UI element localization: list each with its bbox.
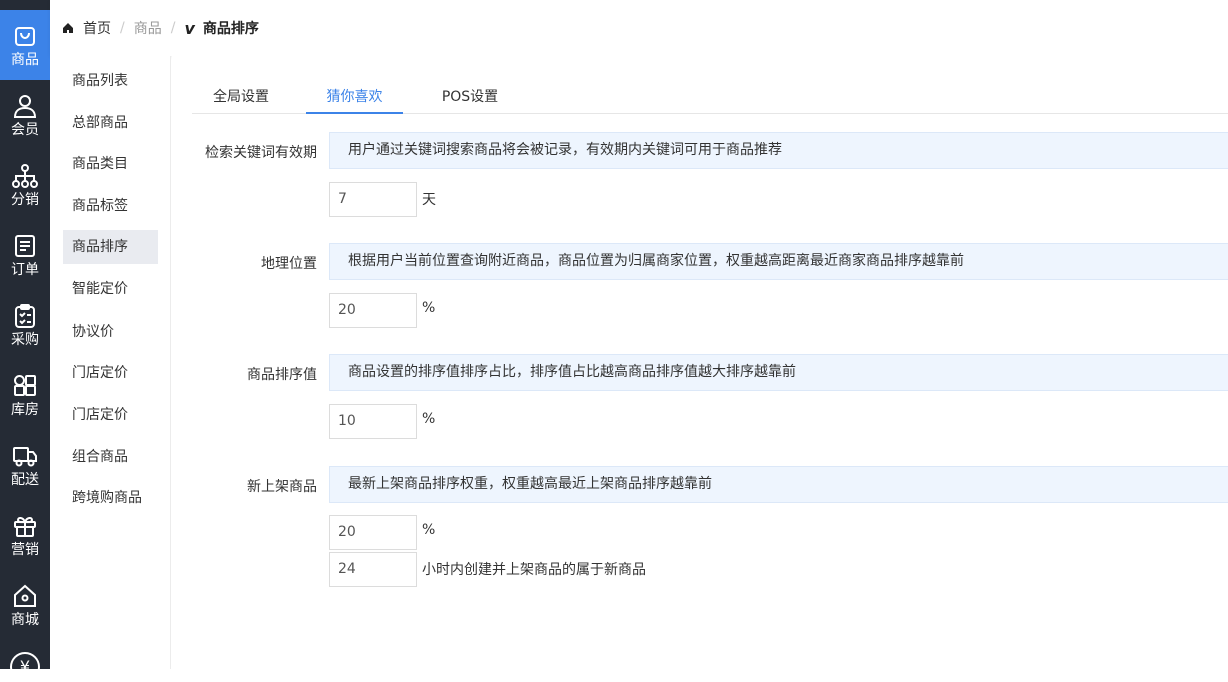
sidebar-item-label: 营销 bbox=[11, 542, 39, 558]
sidebar-item-label: 订单 bbox=[11, 262, 39, 278]
sidebar-item-warehouse[interactable]: 库房 bbox=[0, 360, 50, 430]
sub-sidebar: 商品列表 总部商品 商品类目 商品标签 商品排序 智能定价 协议价 门店定价 门… bbox=[50, 56, 171, 669]
sort-value-label: 商品排序值 bbox=[247, 364, 317, 384]
location-weight-input[interactable]: 20 bbox=[329, 293, 417, 328]
sidebar-item-label: 商城 bbox=[11, 612, 39, 628]
sort-value-weight-unit: % bbox=[422, 411, 435, 427]
tab-pos-settings[interactable]: POS设置 bbox=[438, 86, 502, 114]
subnav-item-store-pricing[interactable]: 门店定价 bbox=[63, 356, 158, 390]
order-document-icon bbox=[12, 233, 38, 259]
subnav-item-categories[interactable]: 商品类目 bbox=[63, 147, 158, 181]
subnav-item-store-pricing-2[interactable]: 门店定价 bbox=[63, 398, 158, 432]
breadcrumb: 首页 / 商品 / v 商品排序 bbox=[62, 18, 259, 38]
sidebar-item-label: 配送 bbox=[11, 472, 39, 488]
breadcrumb-goods[interactable]: 商品 bbox=[134, 18, 162, 38]
sidebar-item-label: 采购 bbox=[11, 332, 39, 348]
new-listing-hours-input[interactable]: 24 bbox=[329, 552, 417, 587]
sidebar-item-distribution[interactable]: 分销 bbox=[0, 150, 50, 220]
subnav-item-product-list[interactable]: 商品列表 bbox=[63, 64, 158, 98]
subnav-item-sorting[interactable]: 商品排序 bbox=[63, 230, 158, 264]
tab-guess-you-like[interactable]: 猜你喜欢 bbox=[306, 86, 403, 114]
clipboard-icon bbox=[12, 303, 38, 329]
main-sidebar: 商品 会员 分销 订单 采购 库房 配送 营销 商城 ¥ bbox=[0, 0, 50, 669]
breadcrumb-separator: / bbox=[120, 20, 125, 36]
gift-icon bbox=[12, 513, 38, 539]
keyword-validity-tip: 用户通过关键词搜索商品将会被记录，有效期内关键词可用于商品推荐 bbox=[329, 132, 1228, 169]
sidebar-item-goods[interactable]: 商品 bbox=[0, 10, 50, 80]
top-header: 首页 / 商品 / v 商品排序 bbox=[50, 0, 1228, 56]
keyword-validity-label: 检索关键词有效期 bbox=[205, 142, 317, 162]
home-icon bbox=[62, 22, 74, 34]
breadcrumb-separator: / bbox=[171, 20, 176, 36]
subnav-item-cross-border[interactable]: 跨境购商品 bbox=[63, 481, 158, 515]
sidebar-item-orders[interactable]: 订单 bbox=[0, 220, 50, 290]
sidebar-item-purchase[interactable]: 采购 bbox=[0, 290, 50, 360]
breadcrumb-home[interactable]: 首页 bbox=[83, 18, 111, 38]
main-content: 全局设置 猜你喜欢 POS设置 检索关键词有效期 用户通过关键词搜索商品将会被记… bbox=[172, 56, 1228, 669]
sidebar-item-label: 商品 bbox=[11, 52, 39, 68]
sidebar-item-label: 库房 bbox=[11, 402, 39, 418]
subnav-item-bundle[interactable]: 组合商品 bbox=[63, 440, 158, 474]
user-icon bbox=[12, 93, 38, 119]
sort-value-weight-input[interactable]: 10 bbox=[329, 404, 417, 439]
sidebar-item-marketing[interactable]: 营销 bbox=[0, 500, 50, 570]
new-listing-label: 新上架商品 bbox=[247, 476, 317, 496]
new-listing-weight-unit: % bbox=[422, 522, 435, 538]
distribution-tree-icon bbox=[12, 163, 38, 189]
sort-value-tip: 商品设置的排序值排序占比，排序值占比越高商品排序值越大排序越靠前 bbox=[329, 354, 1228, 391]
location-tip: 根据用户当前位置查询附近商品，商品位置为归属商家位置，权重越高距离最近商家商品排… bbox=[329, 243, 1228, 280]
tab-global-settings[interactable]: 全局设置 bbox=[209, 86, 273, 114]
tab-bar: 全局设置 猜你喜欢 POS设置 bbox=[192, 86, 1228, 114]
breadcrumb-current: 商品排序 bbox=[203, 18, 259, 38]
currency-icon[interactable]: ¥ bbox=[10, 652, 40, 682]
sidebar-item-delivery[interactable]: 配送 bbox=[0, 430, 50, 500]
location-weight-unit: % bbox=[422, 300, 435, 316]
shopping-bag-icon bbox=[12, 23, 38, 49]
new-listing-tip: 最新上架商品排序权重，权重越高最近上架商品排序越靠前 bbox=[329, 466, 1228, 503]
subnav-item-agreement-price[interactable]: 协议价 bbox=[63, 315, 158, 349]
warehouse-grid-icon bbox=[12, 373, 38, 399]
home-icon bbox=[12, 583, 38, 609]
sidebar-item-label: 会员 bbox=[11, 122, 39, 138]
subnav-item-smart-pricing[interactable]: 智能定价 bbox=[63, 272, 158, 306]
sidebar-item-mall[interactable]: 商城 bbox=[0, 570, 50, 640]
sidebar-item-label: 分销 bbox=[11, 192, 39, 208]
sidebar-item-members[interactable]: 会员 bbox=[0, 80, 50, 150]
keyword-validity-input[interactable]: 7 bbox=[329, 182, 417, 217]
subnav-item-tags[interactable]: 商品标签 bbox=[63, 189, 158, 223]
new-listing-hours-text: 小时内创建并上架商品的属于新商品 bbox=[422, 559, 646, 579]
v-logo-icon: v bbox=[184, 19, 194, 38]
location-label: 地理位置 bbox=[261, 253, 317, 273]
subnav-item-hq-products[interactable]: 总部商品 bbox=[63, 106, 158, 140]
keyword-validity-unit: 天 bbox=[422, 189, 436, 209]
new-listing-weight-input[interactable]: 20 bbox=[329, 515, 417, 550]
truck-icon bbox=[12, 443, 38, 469]
